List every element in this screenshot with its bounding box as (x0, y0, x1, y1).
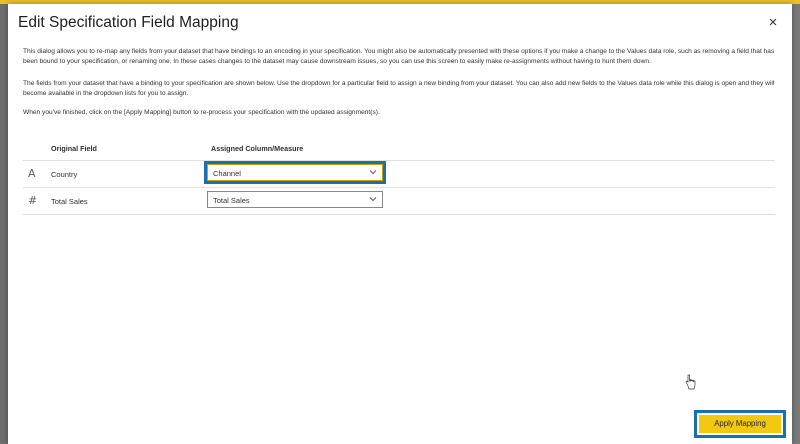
dropdown-highlight: Channel (204, 161, 386, 184)
chevron-down-icon (369, 197, 377, 202)
header-assigned-column: Assigned Column/Measure (211, 144, 304, 153)
dialog-description-2: The fields from your dataset that have a… (23, 80, 775, 97)
apply-button-highlight: Apply Mapping (694, 410, 786, 438)
dropdown-container: Total Sales (207, 191, 383, 208)
dialog-description-1: This dialog allows you to re-map any fie… (23, 48, 775, 65)
assigned-column-dropdown[interactable]: Channel (207, 164, 383, 181)
close-icon[interactable]: × (766, 15, 780, 30)
text-type-icon: A (28, 167, 36, 180)
apply-mapping-button[interactable]: Apply Mapping (699, 415, 781, 433)
table-row: A Country Channel (23, 161, 775, 188)
field-mapping-table: Original Field Assigned Column/Measure A… (23, 140, 775, 215)
original-field-label: Country (51, 170, 78, 179)
field-mapping-dialog: Edit Specification Field Mapping × This … (8, 4, 792, 444)
dialog-title: Edit Specification Field Mapping (18, 14, 239, 31)
original-field-label: Total Sales (51, 197, 88, 206)
table-header: Original Field Assigned Column/Measure (23, 140, 775, 161)
dropdown-selected-value: Total Sales (213, 196, 250, 205)
numeric-type-icon: # (28, 194, 38, 207)
dropdown-selected-value: Channel (213, 169, 241, 178)
backdrop-right (792, 4, 800, 444)
backdrop-left (0, 4, 8, 444)
table-row: # Total Sales Total Sales (23, 188, 775, 215)
header-original-field: Original Field (51, 144, 97, 153)
chevron-down-icon (369, 170, 377, 175)
hand-cursor-icon (685, 374, 696, 390)
assigned-column-dropdown[interactable]: Total Sales (207, 191, 383, 208)
dialog-description-3: When you've finished, click on the [Appl… (23, 109, 380, 116)
